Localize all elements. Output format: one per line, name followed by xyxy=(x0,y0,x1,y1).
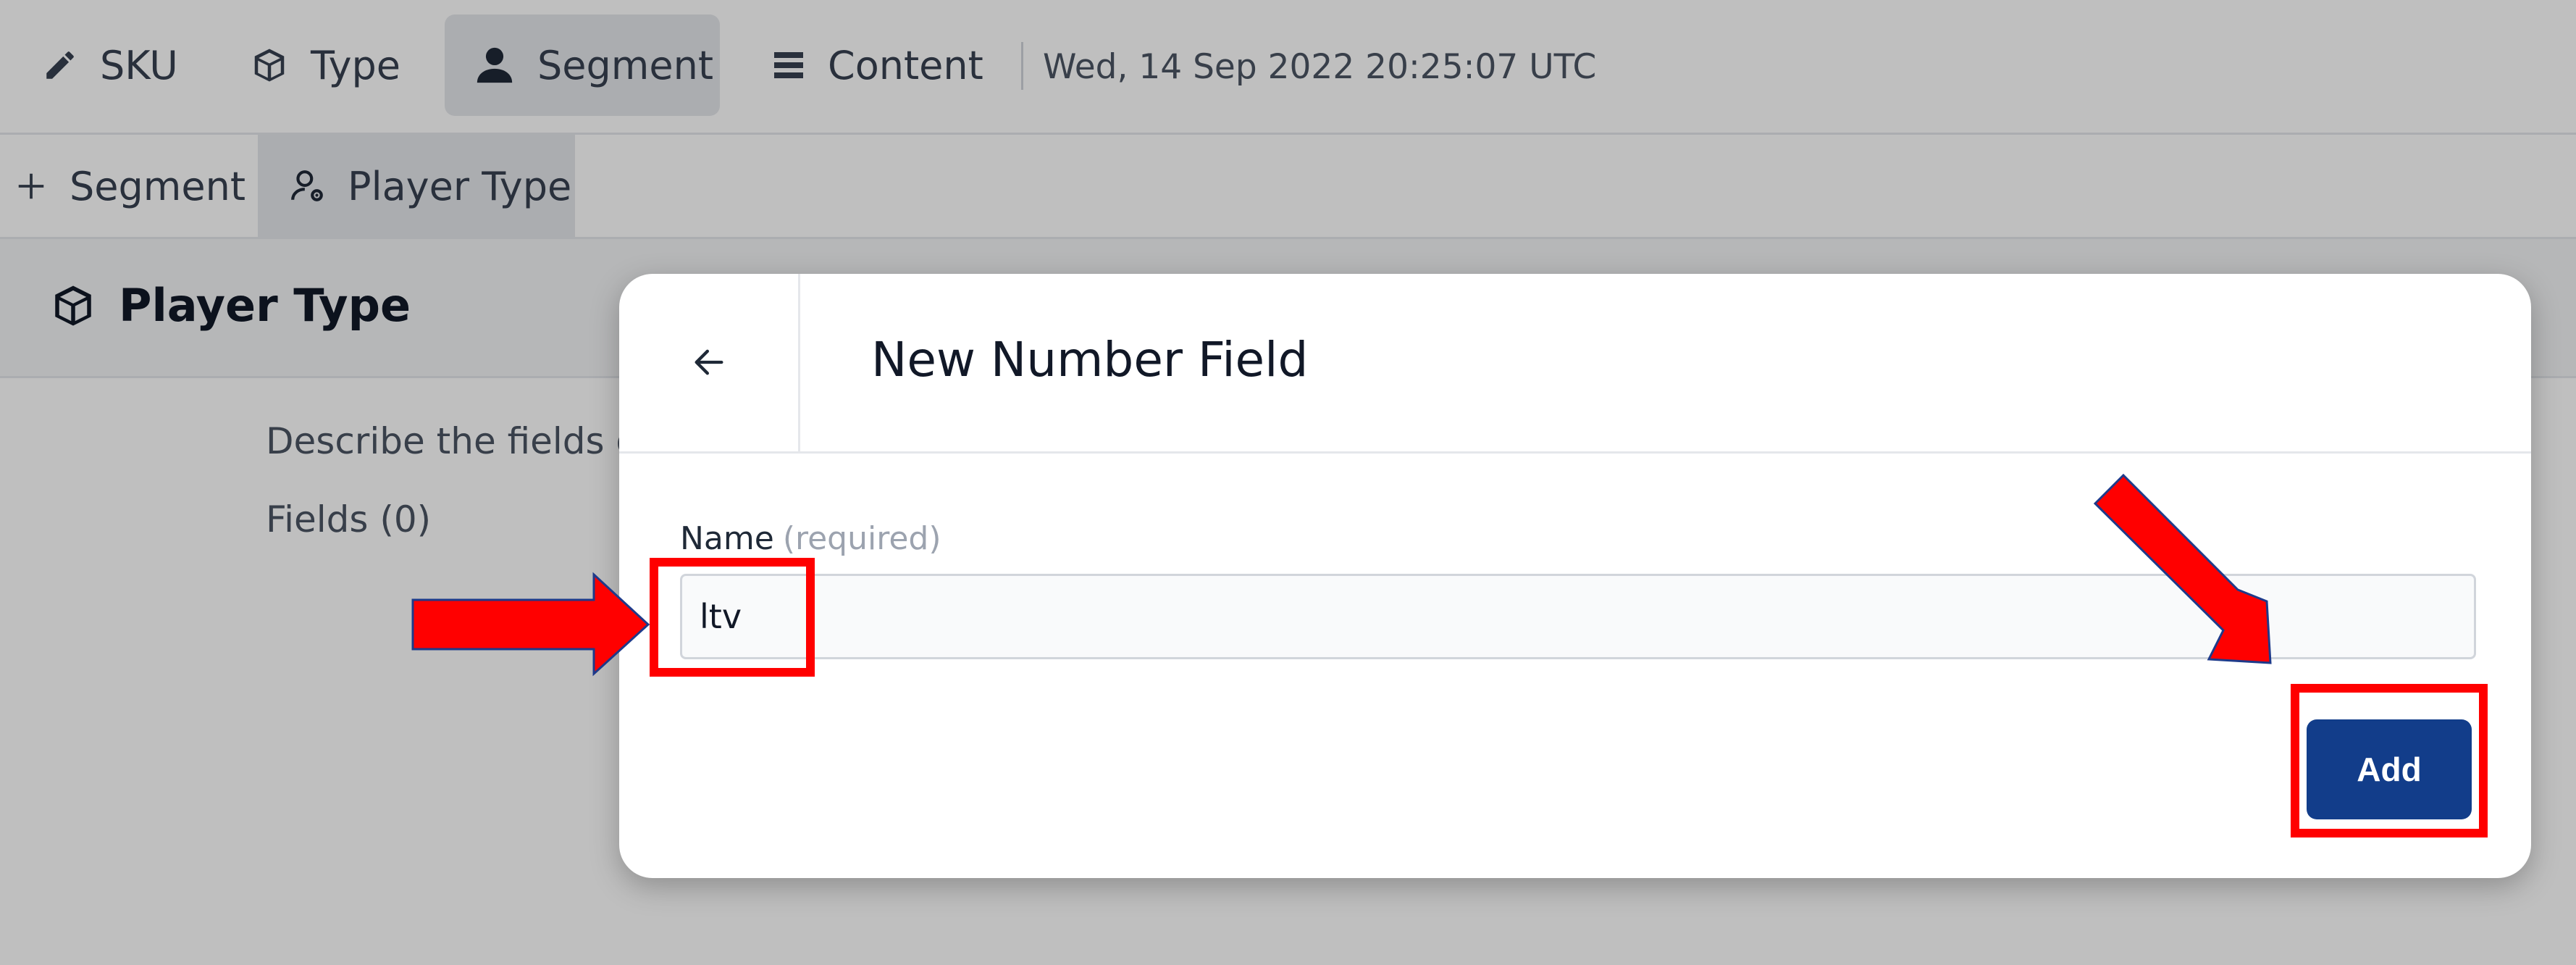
name-label: Name (required) xyxy=(680,520,941,557)
back-button[interactable] xyxy=(619,274,800,454)
modal-header: New Number Field xyxy=(619,274,2531,454)
name-label-text: Name xyxy=(680,520,774,557)
modal-title: New Number Field xyxy=(871,332,1309,388)
highlight-box-name-input xyxy=(650,558,815,677)
new-number-field-modal: New Number Field Name(required) Add xyxy=(619,274,2531,878)
highlight-box-add-button xyxy=(2291,684,2488,837)
required-hint: (required) xyxy=(782,520,941,557)
arrow-left-icon xyxy=(690,343,728,384)
name-input[interactable] xyxy=(680,574,2476,659)
